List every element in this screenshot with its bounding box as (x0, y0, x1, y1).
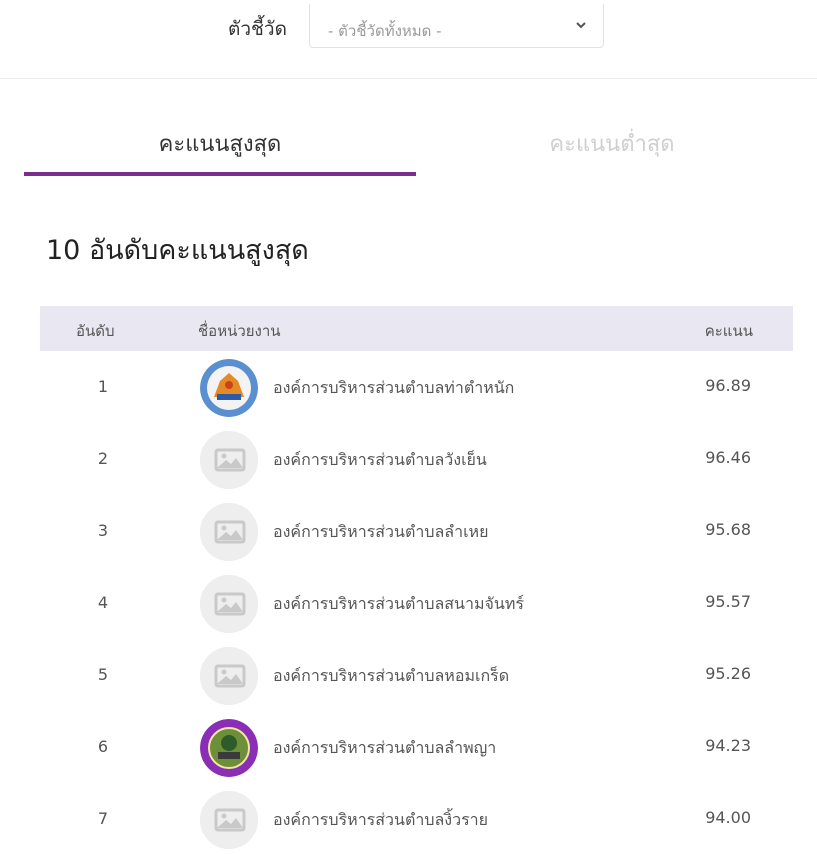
indicator-filter-row: ตัวชี้วัด - ตัวชี้วัดทั้งหมด - (0, 0, 817, 79)
column-header-rank: อันดับ (76, 322, 115, 340)
table-row[interactable]: 4 องค์การบริหารส่วนตำบลสนามจันทร์ 95.57 (40, 567, 793, 639)
indicator-select-value: - ตัวชี้วัดทั้งหมด - (328, 22, 442, 40)
row-rank: 3 (97, 521, 109, 540)
table-header: อันดับ ชื่อหน่วยงาน คะแนน (40, 306, 793, 351)
indicator-filter-label: ตัวชี้วัด (228, 18, 287, 40)
tab-highest-score[interactable]: คะแนนสูงสุด (24, 118, 416, 176)
image-placeholder-icon (200, 503, 258, 561)
image-placeholder-icon (200, 647, 258, 705)
row-org-name[interactable]: องค์การบริหารส่วนตำบลลำเหย (273, 520, 488, 545)
table-row[interactable]: 3 องค์การบริหารส่วนตำบลลำเหย 95.68 (40, 495, 793, 567)
row-score: 96.46 (705, 448, 751, 467)
column-header-name: ชื่อหน่วยงาน (198, 322, 281, 340)
image-placeholder-icon (200, 791, 258, 849)
row-org-name[interactable]: องค์การบริหารส่วนตำบลวังเย็น (273, 448, 487, 473)
table-row[interactable]: 1 องค์การบริหารส่วนตำบลท่าตำหนัก 96.89 (40, 351, 793, 423)
table-row[interactable]: 2 องค์การบริหารส่วนตำบลวังเย็น 96.46 (40, 423, 793, 495)
row-score: 94.00 (705, 808, 751, 827)
row-rank: 7 (97, 809, 109, 828)
table-row[interactable]: 7 องค์การบริหารส่วนตำบลงิ้วราย 94.00 (40, 783, 793, 855)
tab-lowest-score[interactable]: คะแนนต่ำสุด (416, 118, 808, 172)
table-row[interactable]: 6 องค์การบริหารส่วนตำบลลำพญา 94.23 (40, 711, 793, 783)
row-org-name[interactable]: องค์การบริหารส่วนตำบลลำพญา (273, 736, 496, 761)
column-header-score: คะแนน (704, 322, 753, 340)
section-heading: 10 อันดับคะแนนสูงสุด (46, 235, 309, 266)
row-org-name[interactable]: องค์การบริหารส่วนตำบลสนามจันทร์ (273, 592, 524, 617)
row-score: 95.68 (705, 520, 751, 539)
organization-seal-logo (200, 719, 258, 777)
row-org-name[interactable]: องค์การบริหารส่วนตำบลหอมเกร็ด (273, 664, 509, 689)
row-org-name[interactable]: องค์การบริหารส่วนตำบลงิ้วราย (273, 808, 488, 833)
ranking-table: อันดับ ชื่อหน่วยงาน คะแนน 1 องค์การบริหา… (40, 306, 793, 855)
row-score: 94.23 (705, 736, 751, 755)
image-placeholder-icon (200, 431, 258, 489)
organization-seal-logo (200, 359, 258, 417)
row-score: 95.57 (705, 592, 751, 611)
chevron-down-icon (576, 22, 586, 29)
table-row[interactable]: 5 องค์การบริหารส่วนตำบลหอมเกร็ด 95.26 (40, 639, 793, 711)
row-score: 95.26 (705, 664, 751, 683)
image-placeholder-icon (200, 575, 258, 633)
row-score: 96.89 (705, 376, 751, 395)
indicator-select[interactable]: - ตัวชี้วัดทั้งหมด - (309, 4, 604, 48)
row-org-name[interactable]: องค์การบริหารส่วนตำบลท่าตำหนัก (273, 376, 514, 401)
row-rank: 6 (97, 737, 109, 756)
row-rank: 1 (97, 377, 109, 396)
table-body: 1 องค์การบริหารส่วนตำบลท่าตำหนัก 96.89 2 อ… (40, 351, 793, 855)
row-rank: 4 (97, 593, 109, 612)
score-tabs: คะแนนสูงสุด คะแนนต่ำสุด (24, 118, 794, 176)
row-rank: 2 (97, 449, 109, 468)
row-rank: 5 (97, 665, 109, 684)
